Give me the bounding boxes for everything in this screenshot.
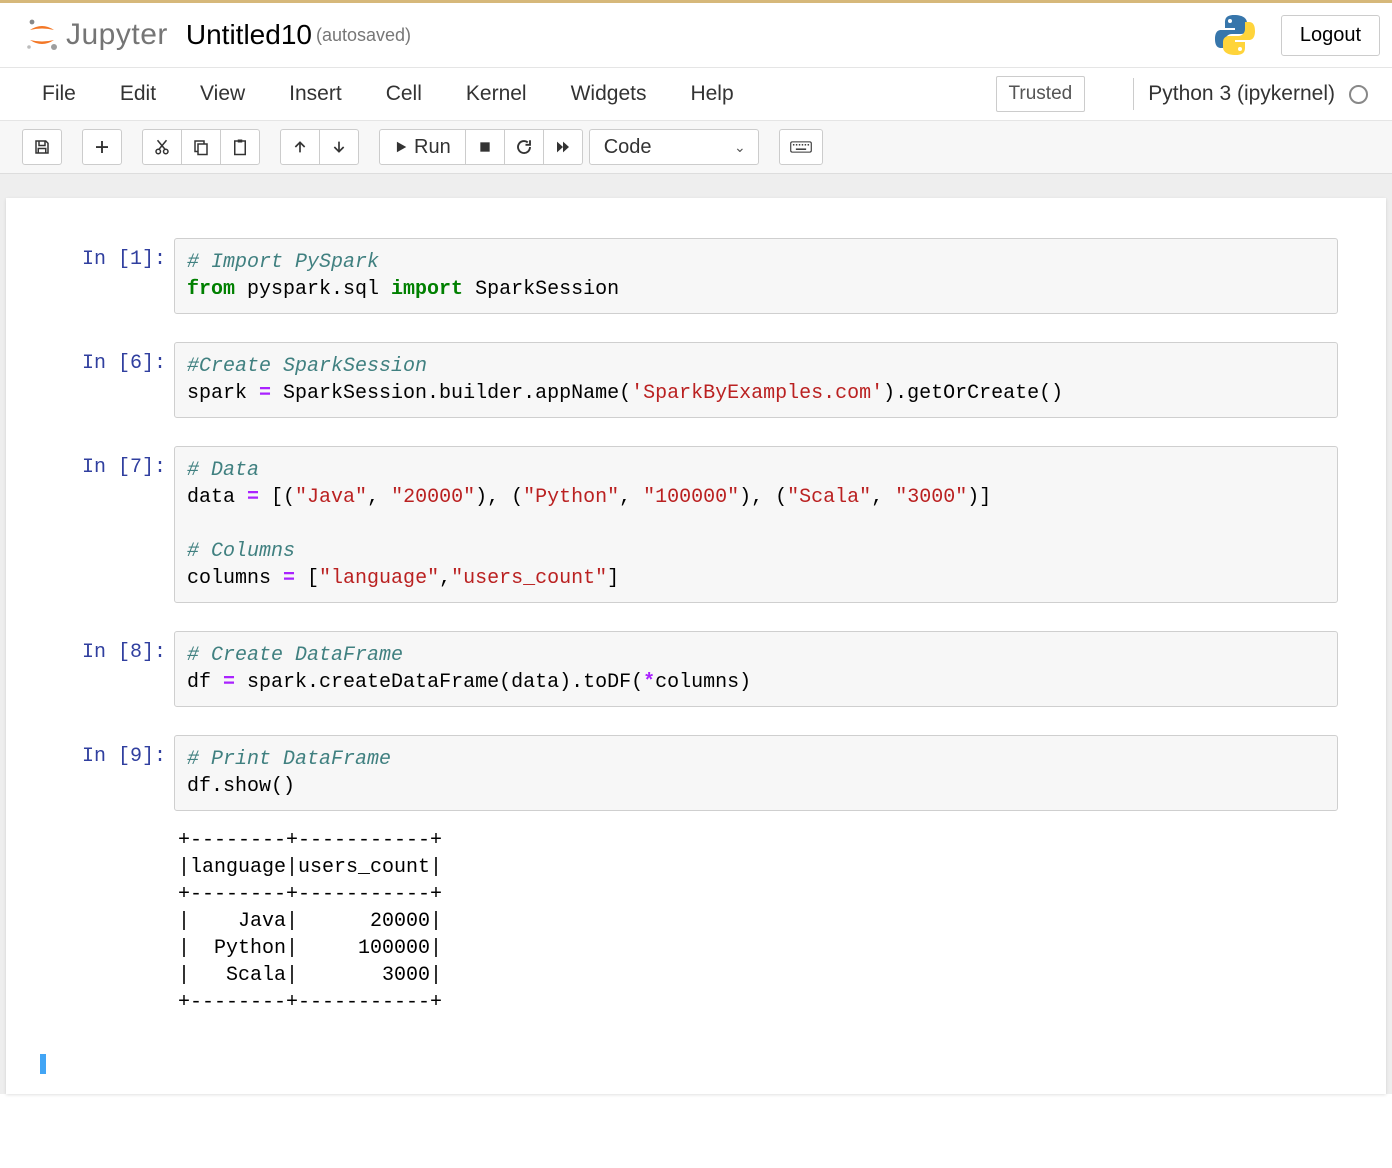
stop-icon — [478, 140, 492, 154]
code-input[interactable]: # Data data = [("Java", "20000"), ("Pyth… — [174, 446, 1338, 603]
jupyter-logo[interactable]: Jupyter — [24, 17, 168, 53]
move-down-button[interactable] — [319, 129, 359, 165]
paste-button[interactable] — [220, 129, 260, 165]
input-prompt: In [1]: — [54, 238, 174, 314]
menu-kernel[interactable]: Kernel — [444, 68, 549, 120]
interrupt-button[interactable] — [465, 129, 505, 165]
menu-insert[interactable]: Insert — [267, 68, 364, 120]
output-cell: +--------+-----------+ |language|users_c… — [54, 821, 1338, 1016]
restart-button[interactable] — [504, 129, 544, 165]
code-input[interactable]: # Create DataFrame df = spark.createData… — [174, 631, 1338, 707]
notebook-title[interactable]: Untitled10 — [186, 19, 312, 51]
toolbar: Run Code ⌄ — [0, 121, 1392, 174]
selected-cell-indicator — [40, 1054, 46, 1074]
menu-file[interactable]: File — [34, 68, 98, 120]
menubar: FileEditViewInsertCellKernelWidgetsHelp … — [0, 68, 1392, 121]
move-up-button[interactable] — [280, 129, 320, 165]
restart-icon — [515, 138, 533, 156]
header: Jupyter Untitled10 (autosaved) Logout — [0, 3, 1392, 68]
menu-edit[interactable]: Edit — [98, 68, 178, 120]
cut-icon — [153, 138, 171, 156]
cell-type-value: Code — [604, 136, 652, 159]
menu-view[interactable]: View — [178, 68, 267, 120]
chevron-down-icon: ⌄ — [734, 139, 746, 156]
cut-button[interactable] — [142, 129, 182, 165]
output-prompt — [54, 821, 174, 1016]
arrow-up-icon — [292, 139, 308, 155]
plus-icon — [93, 138, 111, 156]
jupyter-icon — [24, 17, 60, 53]
code-cell[interactable]: In [1]:# Import PySpark from pyspark.sql… — [54, 238, 1338, 314]
menu-help[interactable]: Help — [668, 68, 755, 120]
code-input[interactable]: #Create SparkSession spark = SparkSessio… — [174, 342, 1338, 418]
input-prompt: In [6]: — [54, 342, 174, 418]
input-prompt: In [8]: — [54, 631, 174, 707]
notebook-background: In [1]:# Import PySpark from pyspark.sql… — [0, 174, 1392, 1094]
menu-cell[interactable]: Cell — [364, 68, 444, 120]
code-input[interactable]: # Print DataFrame df.show() — [174, 735, 1338, 811]
run-button[interactable]: Run — [379, 129, 466, 165]
insert-cell-button[interactable] — [82, 129, 122, 165]
kernel-name[interactable]: Python 3 (ipykernel) — [1148, 82, 1341, 106]
code-cell[interactable]: In [9]:# Print DataFrame df.show() — [54, 735, 1338, 811]
code-cell[interactable]: In [8]:# Create DataFrame df = spark.cre… — [54, 631, 1338, 707]
kernel-status-icon — [1349, 85, 1368, 104]
copy-icon — [192, 138, 210, 156]
paste-icon — [231, 138, 249, 156]
trusted-indicator[interactable]: Trusted — [996, 76, 1086, 112]
code-cell[interactable]: In [6]:#Create SparkSession spark = Spar… — [54, 342, 1338, 418]
code-input[interactable]: # Import PySpark from pyspark.sql import… — [174, 238, 1338, 314]
run-label: Run — [414, 136, 451, 159]
copy-button[interactable] — [181, 129, 221, 165]
arrow-down-icon — [331, 139, 347, 155]
output-text: +--------+-----------+ |language|users_c… — [174, 821, 1338, 1016]
save-button[interactable] — [22, 129, 62, 165]
keyboard-icon — [790, 140, 812, 154]
cell-type-select[interactable]: Code ⌄ — [589, 129, 759, 165]
autosave-status: (autosaved) — [316, 25, 411, 46]
notebook-container: In [1]:# Import PySpark from pyspark.sql… — [6, 198, 1386, 1094]
divider — [1133, 78, 1134, 110]
jupyter-wordmark: Jupyter — [66, 18, 168, 52]
menu-widgets[interactable]: Widgets — [549, 68, 669, 120]
logout-button[interactable]: Logout — [1281, 15, 1380, 56]
input-prompt: In [9]: — [54, 735, 174, 811]
save-icon — [33, 138, 51, 156]
input-prompt: In [7]: — [54, 446, 174, 603]
command-palette-button[interactable] — [779, 129, 823, 165]
code-cell[interactable]: In [7]:# Data data = [("Java", "20000"),… — [54, 446, 1338, 603]
fast-forward-icon — [554, 139, 572, 155]
python-logo-icon — [1211, 11, 1259, 59]
restart-run-all-button[interactable] — [543, 129, 583, 165]
play-icon — [394, 140, 408, 154]
